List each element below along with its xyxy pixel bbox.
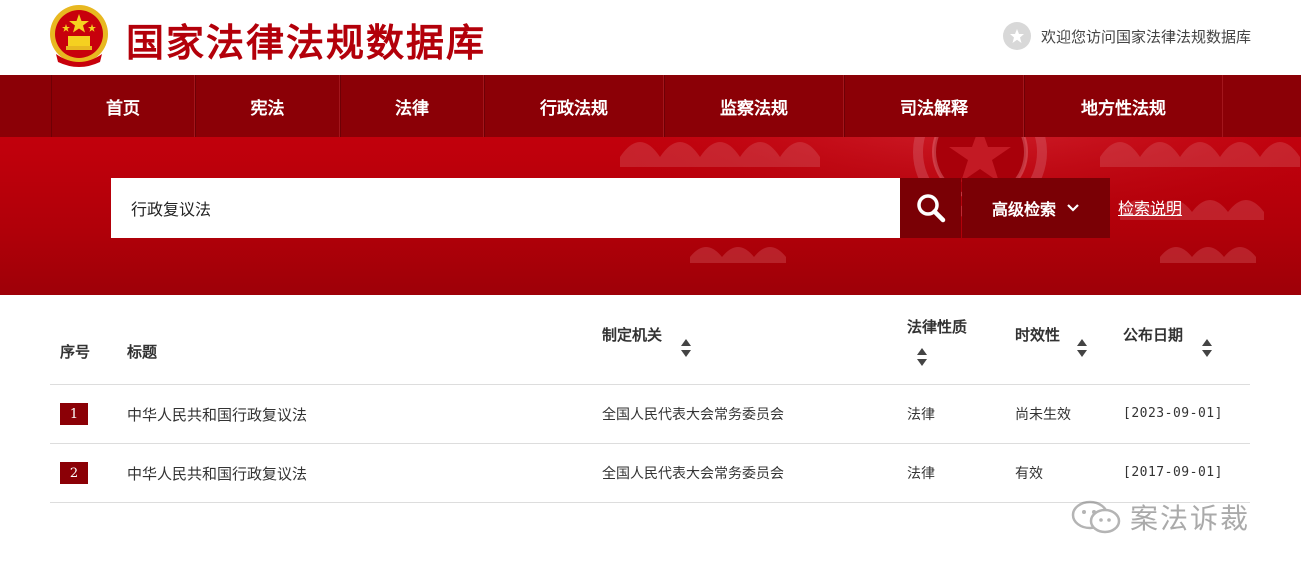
nav-item-administrative-regulations[interactable]: 行政法规 [484,75,664,137]
search-box [111,178,900,238]
chevron-down-icon [1067,204,1079,212]
sort-icon[interactable] [680,338,692,358]
nav-item-supervisory-regulations[interactable]: 监察法规 [664,75,844,137]
site-title: 国家法律法规数据库 [126,21,487,65]
search-help-link[interactable]: 检索说明 [1118,195,1182,219]
header-title: 标题 [127,343,158,361]
watermark: 案法诉裁 [1070,497,1250,537]
row-authority: 全国人民代表大会常务委员会 [602,407,784,423]
nav-item-law[interactable]: 法律 [340,75,484,137]
search-banner: 高级检索 检索说明 [0,137,1301,295]
sort-icon[interactable] [1076,338,1088,358]
row-validity: 尚未生效 [1015,407,1071,423]
welcome-area: 欢迎您访问国家法律法规数据库 [1002,22,1251,50]
row-date: [2017-09-01] [1123,465,1223,480]
row-nature: 法律 [907,407,935,423]
welcome-text: 欢迎您访问国家法律法规数据库 [1040,27,1251,46]
row-title-link[interactable]: 中华人民共和国行政复议法 [127,463,307,484]
site-header: 国家法律法规数据库 欢迎您访问国家法律法规数据库 [0,0,1301,75]
header-authority[interactable]: 制定机关 [602,324,662,345]
row-title-link[interactable]: 中华人民共和国行政复议法 [127,404,307,425]
sort-icon[interactable] [916,347,928,367]
watermark-text: 案法诉裁 [1130,502,1251,535]
nav-item-local-regulations[interactable]: 地方性法规 [1024,75,1223,137]
table-row: 2 中华人民共和国行政复议法 全国人民代表大会常务委员会 法律 有效 [2017… [50,444,1250,503]
table-header: 序号 标题 制定机关 法律性质 时效性 公布日期 [50,295,1250,385]
row-index-badge: 1 [60,403,88,425]
header-date[interactable]: 公布日期 [1123,324,1183,345]
row-nature: 法律 [907,466,935,482]
header-validity[interactable]: 时效性 [1015,324,1060,345]
row-validity: 有效 [1015,466,1043,482]
nav-item-constitution[interactable]: 宪法 [195,75,340,137]
search-icon [916,194,945,223]
nav-item-home[interactable]: 首页 [51,75,195,137]
chat-bubble-icon [1071,500,1121,534]
search-button[interactable] [900,178,961,238]
row-authority: 全国人民代表大会常务委员会 [602,466,784,482]
main-nav: 首页 宪法 法律 行政法规 监察法规 司法解释 地方性法规 [0,75,1301,137]
results-table: 序号 标题 制定机关 法律性质 时效性 公布日期 1 中华人民共和国行政复议法 … [50,295,1250,503]
row-date: [2023-09-01] [1123,406,1223,421]
header-nature[interactable]: 法律性质 [907,316,967,337]
row-index-badge: 2 [60,462,88,484]
sort-icon[interactable] [1201,338,1213,358]
star-icon [1002,22,1031,50]
header-index: 序号 [60,343,91,361]
advanced-search-button[interactable]: 高级检索 [962,178,1110,238]
nav-item-judicial-interpretations[interactable]: 司法解释 [844,75,1024,137]
advanced-search-label: 高级检索 [991,200,1056,219]
search-input[interactable] [111,178,900,238]
national-emblem-icon [50,5,108,67]
table-row: 1 中华人民共和国行政复议法 全国人民代表大会常务委员会 法律 尚未生效 [20… [50,385,1250,444]
